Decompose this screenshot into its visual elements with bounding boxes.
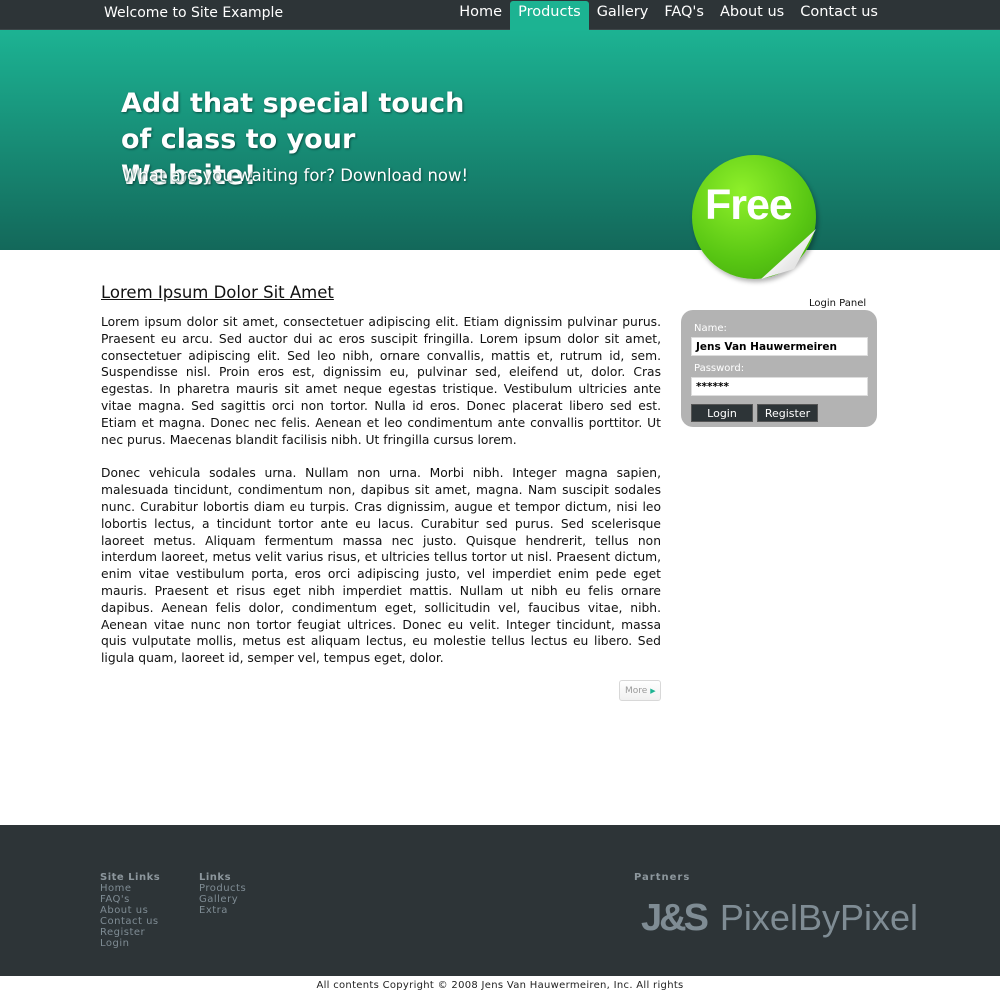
footer-heading: Links: [199, 872, 232, 883]
login-panel: Name: Jens Van Hauwermeiren Password: **…: [681, 310, 877, 427]
footer-link-login[interactable]: Login: [100, 938, 160, 949]
partners-heading: Partners: [634, 872, 691, 883]
article-paragraph: Lorem ipsum dolor sit amet, consectetuer…: [101, 315, 661, 447]
logo-text: PixelByPixel: [719, 897, 918, 938]
article-paragraph: Donec vehicula sodales urna. Nullam non …: [101, 466, 661, 666]
footer-heading: Site Links: [100, 872, 161, 883]
article-title: Lorem Ipsum Dolor Sit Amet: [101, 283, 334, 302]
page-curl-icon: [761, 229, 816, 279]
password-label: Password:: [694, 363, 745, 374]
more-button[interactable]: More ▶: [619, 680, 661, 701]
nav-about-us[interactable]: About us: [712, 1, 792, 30]
footer-link-contact[interactable]: Contact us: [100, 916, 160, 927]
footer-link-products[interactable]: Products: [199, 883, 246, 894]
footer-link-about[interactable]: About us: [100, 905, 160, 916]
main-nav: Home Products Gallery FAQ's About us Con…: [451, 1, 886, 30]
nav-contact-us[interactable]: Contact us: [792, 1, 886, 30]
site-title: Welcome to Site Example: [104, 5, 284, 21]
footer-links: Links Products Gallery Extra: [199, 872, 246, 916]
nav-faqs[interactable]: FAQ's: [656, 1, 712, 30]
copyright: All contents Copyright © 2008 Jens Van H…: [316, 980, 684, 991]
footer: Site Links Home FAQ's About us Contact u…: [0, 825, 1000, 976]
name-label: Name:: [694, 323, 727, 334]
arrow-right-icon: ▶: [650, 687, 656, 695]
free-badge-text: Free: [705, 181, 793, 229]
footer-link-extra[interactable]: Extra: [199, 905, 246, 916]
password-input[interactable]: ******: [691, 377, 868, 396]
login-button[interactable]: Login: [691, 404, 753, 422]
article: Lorem Ipsum Dolor Sit Amet Lorem ipsum d…: [101, 283, 661, 684]
nav-home[interactable]: Home: [451, 1, 510, 30]
login-panel-label: Login Panel: [809, 298, 867, 309]
top-bar: Welcome to Site Example Home Products Ga…: [0, 0, 1000, 30]
footer-site-links: Site Links Home FAQ's About us Contact u…: [100, 872, 160, 949]
nav-products[interactable]: Products: [510, 1, 589, 30]
more-label: More: [625, 686, 648, 696]
logo-mark: J&S: [641, 897, 709, 939]
nav-gallery[interactable]: Gallery: [589, 1, 657, 30]
footer-link-home[interactable]: Home: [100, 883, 160, 894]
free-badge[interactable]: Free: [692, 155, 816, 279]
hero-subheadline: What are you waiting for? Download now!: [122, 166, 469, 185]
partner-logo[interactable]: J&S PixelByPixel: [641, 897, 918, 940]
footer-link-faqs[interactable]: FAQ's: [100, 894, 160, 905]
register-button[interactable]: Register: [757, 404, 818, 422]
name-input[interactable]: Jens Van Hauwermeiren: [691, 337, 868, 356]
footer-link-register[interactable]: Register: [100, 927, 160, 938]
footer-link-gallery[interactable]: Gallery: [199, 894, 246, 905]
hero-banner: Add that special touch of class to your …: [0, 30, 1000, 250]
